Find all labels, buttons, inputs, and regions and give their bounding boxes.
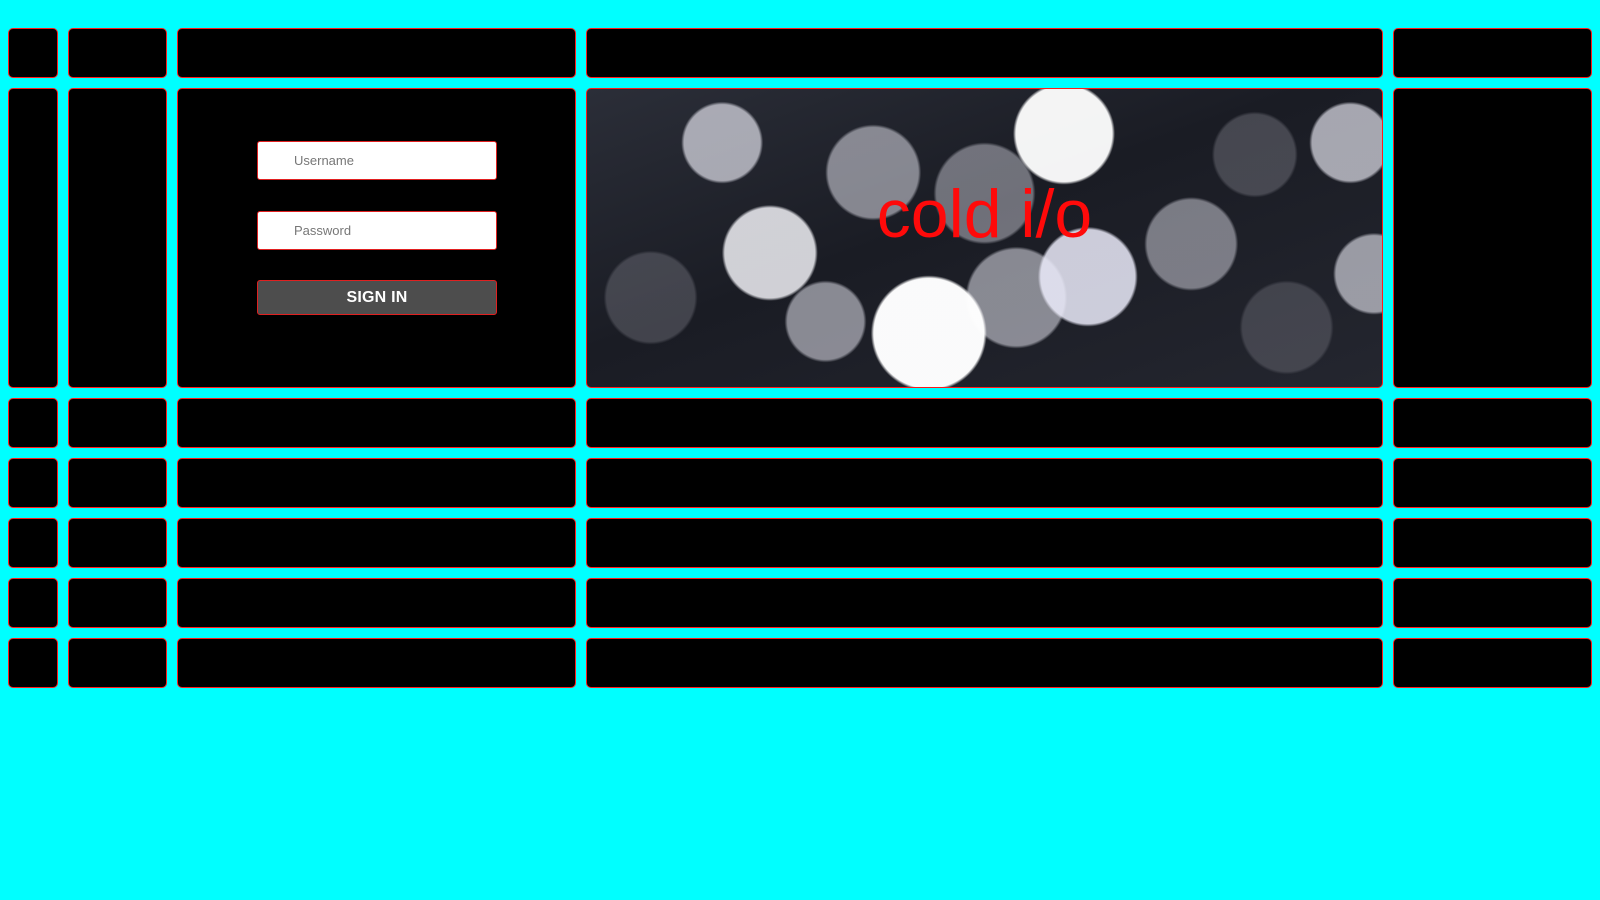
grid-cell — [177, 398, 576, 448]
grid-cell — [68, 518, 167, 568]
grid-cell — [8, 638, 58, 688]
grid-cell — [1393, 88, 1592, 388]
login-panel: SIGN IN — [177, 88, 576, 388]
grid-cell — [177, 638, 576, 688]
grid-cell — [8, 28, 58, 78]
grid-cell — [586, 578, 1383, 628]
grid-cell — [1393, 398, 1592, 448]
banner-image: cold i/o — [586, 88, 1383, 388]
banner-title: cold i/o — [876, 176, 1093, 252]
grid-cell — [8, 518, 58, 568]
grid-cell — [68, 458, 167, 508]
grid-cell — [1393, 638, 1592, 688]
grid-cell — [177, 28, 576, 78]
grid-cell — [177, 458, 576, 508]
password-input[interactable] — [257, 211, 497, 250]
grid-cell — [68, 578, 167, 628]
grid-cell — [177, 578, 576, 628]
sign-in-button[interactable]: SIGN IN — [257, 280, 497, 315]
grid-cell — [68, 28, 167, 78]
grid-cell — [68, 398, 167, 448]
grid-cell — [8, 458, 58, 508]
grid-cell — [1393, 518, 1592, 568]
grid-cell — [586, 398, 1383, 448]
grid-cell — [1393, 578, 1592, 628]
grid-cell — [1393, 458, 1592, 508]
grid-cell — [586, 518, 1383, 568]
username-input[interactable] — [257, 141, 497, 180]
grid-cell — [1393, 28, 1592, 78]
grid-cell — [177, 518, 576, 568]
grid-cell — [8, 578, 58, 628]
grid-cell — [586, 28, 1383, 78]
grid-cell — [8, 398, 58, 448]
grid-cell — [68, 638, 167, 688]
grid-cell — [8, 88, 58, 388]
grid-cell — [586, 638, 1383, 688]
grid-cell — [586, 458, 1383, 508]
grid-cell — [68, 88, 167, 388]
